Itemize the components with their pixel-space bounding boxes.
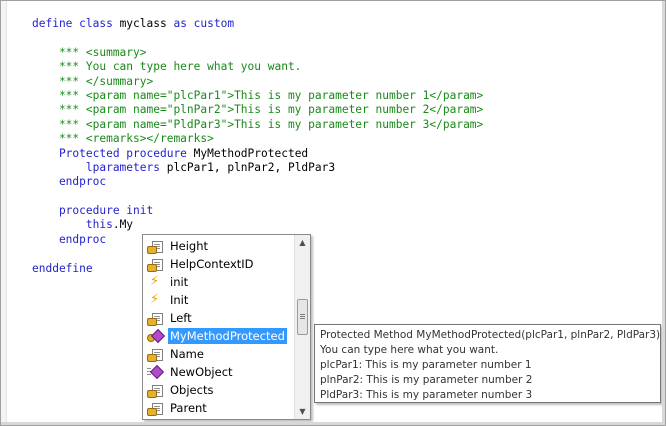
- autocomplete-item-label: NewObject: [170, 364, 233, 379]
- property-icon: [147, 310, 163, 326]
- member-info-tooltip: Protected Method MyMethodProtected(plcPa…: [314, 324, 661, 403]
- keyword-token: procedure init: [32, 204, 154, 218]
- keyword-token: as custom: [166, 17, 235, 30]
- keyword-token: endproc: [32, 175, 107, 189]
- tooltip-param: plcPar1: This is my parameter number 1: [320, 359, 532, 371]
- autocomplete-item-label: Left: [170, 310, 192, 325]
- code-line: endproc: [32, 175, 483, 189]
- keyword-token: Protected procedure: [32, 146, 194, 160]
- code-line: *** <param name="plnPar2">This is my par…: [32, 103, 483, 117]
- autocomplete-item[interactable]: HelpContextID: [145, 255, 293, 272]
- comment-token: *** <param name="PldPar3">This is my par…: [32, 117, 484, 131]
- autocomplete-item[interactable]: Parent: [145, 399, 293, 416]
- autocomplete-item[interactable]: ⚡ Init: [145, 291, 293, 308]
- keyword-token: lparameters: [32, 160, 167, 174]
- keyword-token: this: [32, 218, 113, 232]
- autocomplete-item-label: Parent: [170, 400, 207, 415]
- property-icon: [147, 400, 163, 416]
- autocomplete-item-label: init: [170, 274, 189, 289]
- autocomplete-item-label: Objects: [170, 382, 214, 397]
- tooltip-summary: You can type here what you want.: [320, 344, 499, 356]
- keyword-token: enddefine: [32, 261, 93, 275]
- event-icon: ⚡: [150, 273, 160, 289]
- code-line: *** <remarks></remarks>: [32, 132, 483, 146]
- code-line: procedure init: [32, 204, 483, 218]
- autocomplete-item[interactable]: Name: [145, 345, 293, 362]
- property-icon: [147, 346, 163, 362]
- identifier-token: plcPar1, plnPar2, PldPar3: [166, 160, 336, 174]
- autocomplete-scrollbar[interactable]: ▲ ▼: [294, 235, 310, 419]
- property-icon: [147, 382, 163, 398]
- identifier-token: myclass: [119, 17, 167, 30]
- comment-token: *** You can type here what you want.: [32, 60, 302, 74]
- keyword-token: define class: [32, 17, 120, 30]
- autocomplete-item-label: Init: [170, 292, 189, 307]
- window-edge: [1, 422, 665, 425]
- autocomplete-list[interactable]: ▲ ▼ Height HelpContextID ⚡ init ⚡ Init Left MyM…: [142, 234, 311, 420]
- code-line: this.My: [32, 218, 483, 232]
- scroll-down-arrow-icon[interactable]: ▼: [295, 404, 310, 419]
- autocomplete-item-label: MyMethodProtected: [168, 327, 287, 344]
- comment-token: *** </summary>: [32, 74, 154, 88]
- comment-token: *** <param name="plcPar1">This is my par…: [32, 88, 484, 102]
- tooltip-param: plnPar2: This is my parameter number 2: [320, 374, 533, 386]
- autocomplete-item[interactable]: Height: [145, 237, 293, 254]
- comment-token: *** <remarks></remarks>: [32, 132, 214, 146]
- scroll-thumb[interactable]: [297, 299, 308, 335]
- autocomplete-item[interactable]: NewObject: [145, 363, 293, 380]
- scroll-up-arrow-icon[interactable]: ▲: [295, 235, 310, 250]
- method-icon: [147, 364, 165, 380]
- autocomplete-item[interactable]: Objects: [145, 381, 293, 398]
- code-line: Protected procedure MyMethodProtected: [32, 147, 483, 161]
- protected-method-icon: [147, 328, 166, 344]
- property-icon: [147, 256, 163, 272]
- event-icon: ⚡: [150, 291, 160, 307]
- autocomplete-item[interactable]: Left: [145, 309, 293, 326]
- comment-token: *** <param name="plnPar2">This is my par…: [32, 103, 484, 117]
- autocomplete-item-label: Name: [170, 346, 204, 361]
- tooltip-signature: Protected Method MyMethodProtected(plcPa…: [320, 329, 661, 341]
- code-line: lparameters plcPar1, plnPar2, PldPar3: [32, 161, 483, 175]
- property-icon: [147, 238, 163, 254]
- tooltip-param: PldPar3: This is my parameter number 3: [320, 389, 533, 401]
- autocomplete-item-label: HelpContextID: [170, 256, 254, 271]
- comment-token: *** <summary>: [32, 45, 147, 59]
- code-editor-window: define class myclass as custom *** <summ…: [0, 0, 666, 426]
- editor-margin: [1, 1, 7, 425]
- autocomplete-item[interactable]: ⚡ init: [145, 273, 293, 290]
- identifier-token: .My: [112, 218, 134, 232]
- autocomplete-item[interactable]: MyMethodProtected: [145, 327, 293, 344]
- window-edge: [662, 1, 665, 425]
- code-line: *** You can type here what you want.: [32, 60, 483, 74]
- code-line: *** <param name="PldPar3">This is my par…: [32, 118, 483, 132]
- code-line: *** <param name="plcPar1">This is my par…: [32, 89, 483, 103]
- code-line: define class myclass as custom: [32, 17, 483, 31]
- code-line: *** <summary>: [32, 46, 483, 60]
- keyword-token: endproc: [32, 232, 107, 246]
- code-line: *** </summary>: [32, 75, 483, 89]
- autocomplete-item-label: Height: [170, 238, 209, 253]
- identifier-token: MyMethodProtected: [193, 146, 309, 160]
